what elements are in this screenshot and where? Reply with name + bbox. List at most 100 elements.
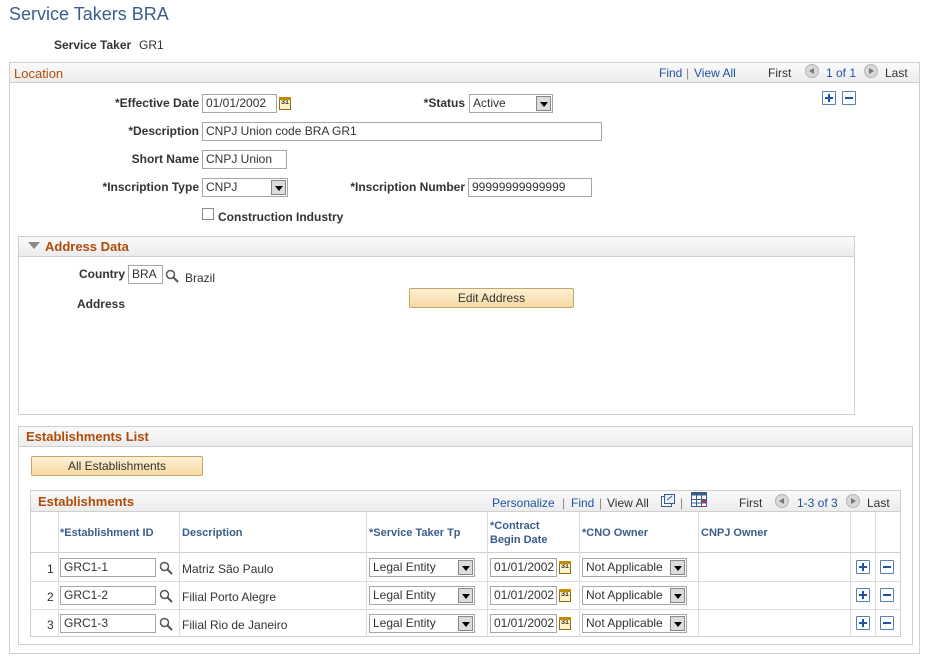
chevron-down-icon (670, 560, 685, 575)
location-first-label: First (768, 66, 792, 80)
calendar-icon[interactable]: 31 (559, 561, 571, 574)
service-taker-tp-value: Legal Entity (373, 588, 436, 602)
grid-count: 1-3 of 3 (797, 496, 838, 510)
establishments-title: Establishments (38, 494, 135, 509)
grid-divider (366, 512, 367, 637)
col-establishment-id[interactable]: *Establishment ID (60, 527, 154, 540)
status-select[interactable]: Active (469, 94, 553, 113)
establishments-list-title: Establishments List (26, 429, 149, 444)
country-field[interactable]: BRA (128, 265, 163, 284)
separator: | (599, 496, 603, 510)
service-taker-tp-value: Legal Entity (373, 616, 436, 630)
download-grid-icon[interactable] (691, 492, 707, 507)
separator: | (680, 496, 684, 510)
cno-owner-select[interactable]: Not Applicable (582, 586, 687, 605)
chevron-down-icon (458, 588, 473, 603)
add-row-icon[interactable] (856, 588, 870, 602)
grid-view-all-link[interactable]: View All (607, 496, 649, 510)
status-value: Active (473, 96, 506, 110)
all-establishments-button[interactable]: All Establishments (31, 456, 203, 476)
contract-begin-date-field[interactable]: 01/01/2002 (490, 558, 557, 577)
cno-owner-select[interactable]: Not Applicable (582, 614, 687, 633)
inscription-number-field[interactable]: 99999999999999 (468, 178, 592, 197)
col-cnpj-owner[interactable]: CNPJ Owner (701, 527, 768, 540)
edit-address-button[interactable]: Edit Address (409, 288, 574, 308)
calendar-icon[interactable]: 31 (279, 97, 291, 110)
lookup-icon[interactable] (165, 269, 179, 283)
col-contract-begin-date-line2[interactable]: Begin Date (490, 534, 547, 547)
grid-divider (58, 512, 59, 637)
location-title: Location (14, 66, 64, 81)
page-title: Service Takers BRA (9, 4, 169, 24)
country-label: Country (79, 267, 125, 281)
service-taker-tp-select[interactable]: Legal Entity (369, 558, 475, 577)
zoom-grid-icon[interactable] (661, 494, 675, 507)
contract-begin-date-field[interactable]: 01/01/2002 (490, 586, 557, 605)
chevron-down-icon (271, 180, 286, 195)
delete-row-icon[interactable] (880, 588, 894, 602)
col-service-taker-tp[interactable]: *Service Taker Tp (369, 527, 461, 540)
establishment-id-field[interactable]: GRC1-2 (60, 586, 156, 605)
previous-arrow-icon[interactable] (775, 494, 789, 508)
personalize-link[interactable]: Personalize (492, 496, 555, 510)
service-taker-tp-select[interactable]: Legal Entity (369, 586, 475, 605)
cno-owner-value: Not Applicable (586, 616, 663, 630)
location-add-icon[interactable] (822, 91, 836, 105)
effective-date-label: *Effective Date (114, 96, 199, 110)
description-field[interactable]: CNPJ Union code BRA GR1 (202, 122, 602, 141)
inscription-type-select[interactable]: CNPJ (202, 178, 288, 197)
col-contract-begin-date-line1[interactable]: *Contract (490, 520, 540, 533)
col-cno-owner[interactable]: *CNO Owner (582, 527, 648, 540)
lookup-icon[interactable] (159, 589, 173, 603)
cno-owner-select[interactable]: Not Applicable (582, 558, 687, 577)
service-taker-tp-select[interactable]: Legal Entity (369, 614, 475, 633)
inscription-number-label: *Inscription Number (350, 180, 465, 194)
location-count: 1 of 1 (826, 66, 857, 80)
country-name: Brazil (185, 271, 216, 285)
effective-date-field[interactable]: 01/01/2002 (202, 94, 277, 113)
grid-divider (698, 512, 699, 637)
lookup-icon[interactable] (159, 617, 173, 631)
next-arrow-icon[interactable] (864, 64, 878, 78)
delete-row-icon[interactable] (880, 616, 894, 630)
separator: | (686, 66, 690, 80)
collapse-triangle-icon[interactable] (28, 242, 40, 249)
location-find-link[interactable]: Find (659, 66, 682, 80)
inscription-type-label: *Inscription Type (102, 180, 199, 194)
delete-row-icon[interactable] (880, 560, 894, 574)
cno-owner-value: Not Applicable (586, 560, 663, 574)
row-divider (30, 609, 901, 610)
contract-begin-date-field[interactable]: 01/01/2002 (490, 614, 557, 633)
short-name-label: Short Name (131, 152, 199, 166)
location-view-all-link[interactable]: View All (694, 66, 736, 80)
grid-find-link[interactable]: Find (571, 496, 594, 510)
add-row-icon[interactable] (856, 616, 870, 630)
grid-divider (579, 512, 580, 637)
location-delete-icon[interactable] (842, 91, 856, 105)
row-number: 1 (47, 562, 54, 576)
col-description[interactable]: Description (182, 527, 243, 540)
address-title: Address Data (45, 239, 129, 254)
establishments-grid-header (30, 490, 901, 512)
chevron-down-icon (458, 560, 473, 575)
construction-industry-checkbox[interactable] (202, 208, 214, 220)
establishment-id-field[interactable]: GRC1-3 (60, 614, 156, 633)
establishment-description: Filial Rio de Janeiro (182, 618, 288, 632)
add-row-icon[interactable] (856, 560, 870, 574)
service-taker-value: GR1 (139, 38, 164, 52)
establishment-description: Matriz São Paulo (182, 562, 274, 576)
next-arrow-icon[interactable] (846, 494, 860, 508)
status-label: *Status (423, 96, 465, 110)
calendar-icon[interactable]: 31 (559, 617, 571, 630)
establishment-id-field[interactable]: GRC1-1 (60, 558, 156, 577)
short-name-field[interactable]: CNPJ Union (202, 150, 287, 169)
row-number: 3 (47, 618, 54, 632)
lookup-icon[interactable] (159, 561, 173, 575)
address-label: Address (76, 297, 125, 311)
previous-arrow-icon[interactable] (805, 64, 819, 78)
address-header[interactable] (18, 236, 855, 257)
inscription-type-value: CNPJ (206, 180, 238, 194)
calendar-icon[interactable]: 31 (559, 589, 571, 602)
grid-first-label: First (739, 496, 763, 510)
location-last-label: Last (885, 66, 908, 80)
